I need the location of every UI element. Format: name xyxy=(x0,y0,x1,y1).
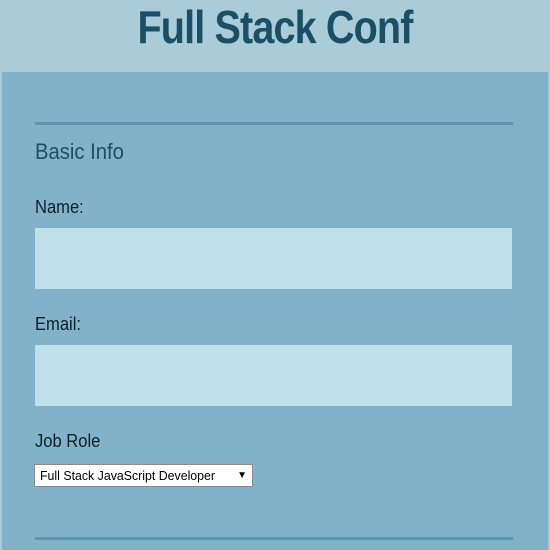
job-role-selected-value: Full Stack JavaScript Developer xyxy=(40,468,216,483)
name-label: Name: xyxy=(35,197,84,217)
section-divider-bottom xyxy=(35,537,513,540)
registration-form: Basic Info Name: Email: Job Role Full St… xyxy=(2,72,548,550)
job-role-select[interactable]: Full Stack JavaScript Developer ▼ xyxy=(34,464,253,487)
email-input[interactable] xyxy=(35,345,512,406)
triangle-down-icon: ▼ xyxy=(237,470,247,481)
job-role-label: Job Role xyxy=(35,431,101,451)
section-divider-top xyxy=(35,122,513,125)
page-header: Full Stack Conf xyxy=(0,0,550,72)
email-label: Email: xyxy=(35,314,82,334)
name-input[interactable] xyxy=(35,228,512,289)
section-legend-basic-info: Basic Info xyxy=(35,139,124,164)
page-title: Full Stack Conf xyxy=(137,1,413,53)
